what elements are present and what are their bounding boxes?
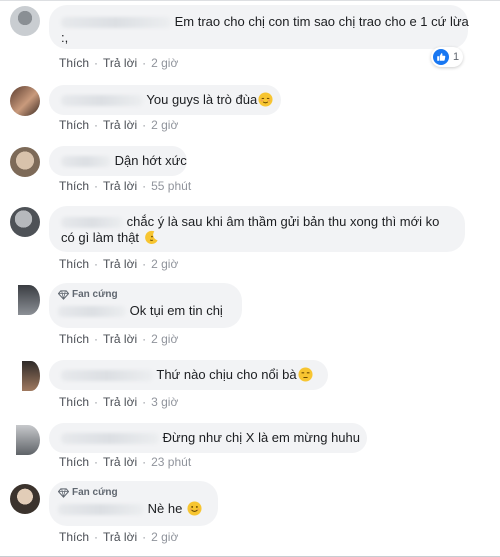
timestamp[interactable]: 23 phút bbox=[151, 455, 191, 469]
avatar[interactable] bbox=[10, 484, 40, 514]
timestamp[interactable]: 3 giờ bbox=[151, 395, 178, 409]
like-link[interactable]: Thích bbox=[59, 179, 89, 193]
comment-bubble: Em trao cho chị con tim sao chị trao cho… bbox=[49, 5, 469, 49]
like-link[interactable]: Thích bbox=[59, 530, 89, 544]
like-link[interactable]: Thích bbox=[59, 56, 89, 70]
timestamp[interactable]: 2 giờ bbox=[151, 332, 178, 346]
comment-text: Đừng như chị X là em mừng huhu bbox=[162, 430, 360, 445]
reaction-count: 1 bbox=[453, 51, 460, 63]
comment-actions: Thích · Trả lời · 3 giờ bbox=[59, 395, 179, 409]
timestamp[interactable]: 2 giờ bbox=[151, 530, 178, 544]
comment-text: Nè he bbox=[147, 501, 183, 516]
fan-badge: Fan cứng bbox=[58, 289, 230, 301]
blurred-author-name bbox=[58, 504, 144, 516]
comment-bubble: Thứ nào chịu cho nổi bà bbox=[49, 360, 328, 390]
reply-link[interactable]: Trả lời bbox=[103, 257, 137, 271]
comment-bubble: Dận hớt xức bbox=[49, 146, 187, 176]
comment-actions: Thích · Trả lời · 23 phút bbox=[59, 455, 192, 469]
top-divider bbox=[0, 0, 500, 1]
comment-bubble: chắc ý là sau khi âm thầm gửi bản thu xo… bbox=[49, 206, 465, 252]
comment-actions: Thích · Trả lời · 2 giờ bbox=[59, 257, 179, 271]
avatar[interactable] bbox=[16, 425, 40, 455]
reply-link[interactable]: Trả lời bbox=[103, 179, 137, 193]
blurred-author-name bbox=[61, 95, 143, 107]
comment-text: Em trao cho chị con tim sao chị trao cho… bbox=[174, 14, 469, 29]
diamond-icon bbox=[58, 488, 69, 498]
comment-actions: Thích · Trả lời · 2 giờ bbox=[59, 530, 179, 544]
blurred-author-name bbox=[61, 17, 171, 29]
crescent-moon-face-icon bbox=[144, 230, 158, 244]
comment-actions: Thích · Trả lời · 2 giờ bbox=[59, 56, 179, 70]
blurred-author-name bbox=[61, 156, 111, 168]
relieved-face-icon bbox=[258, 92, 273, 107]
blurred-author-name bbox=[61, 370, 153, 382]
reply-link[interactable]: Trả lời bbox=[103, 332, 137, 346]
comment-text-line-2: có gì làm thật bbox=[61, 230, 140, 245]
reply-link[interactable]: Trả lời bbox=[103, 455, 137, 469]
like-icon bbox=[433, 49, 449, 65]
blurred-author-name bbox=[58, 306, 126, 318]
comment-actions: Thích · Trả lời · 55 phút bbox=[59, 179, 192, 193]
fan-badge: Fan cứng bbox=[58, 487, 206, 499]
avatar[interactable] bbox=[22, 361, 40, 391]
smiling-face-icon bbox=[187, 501, 202, 516]
like-link[interactable]: Thích bbox=[59, 395, 89, 409]
comment-text: You guys là trò đùa bbox=[146, 92, 258, 107]
comment-actions: Thích · Trả lời · 2 giờ bbox=[59, 332, 179, 346]
comment-actions: Thích · Trả lời · 2 giờ bbox=[59, 118, 179, 132]
reply-link[interactable]: Trả lời bbox=[103, 118, 137, 132]
comment-bubble: Fan cứng Ok tụi em tin chị bbox=[49, 283, 242, 328]
comment-bubble: Đừng như chị X là em mừng huhu bbox=[49, 423, 367, 453]
reaction-summary[interactable]: 1 bbox=[431, 47, 464, 67]
comment-text: Dận hớt xức bbox=[114, 153, 187, 168]
unamused-face-icon bbox=[298, 367, 313, 382]
like-link[interactable]: Thích bbox=[59, 118, 89, 132]
reply-link[interactable]: Trả lời bbox=[103, 56, 137, 70]
avatar[interactable] bbox=[10, 86, 40, 116]
reply-link[interactable]: Trả lời bbox=[103, 395, 137, 409]
avatar[interactable] bbox=[10, 147, 40, 177]
blurred-author-name bbox=[61, 433, 159, 445]
timestamp[interactable]: 55 phút bbox=[151, 179, 191, 193]
like-link[interactable]: Thích bbox=[59, 257, 89, 271]
like-link[interactable]: Thích bbox=[59, 332, 89, 346]
comment-bubble: You guys là trò đùa bbox=[49, 85, 281, 115]
comment-text: Ok tụi em tin chị bbox=[129, 303, 223, 318]
timestamp[interactable]: 2 giờ bbox=[151, 257, 178, 271]
comment-bubble: Fan cứng Nè he bbox=[49, 481, 218, 526]
avatar[interactable] bbox=[10, 6, 40, 36]
reply-link[interactable]: Trả lời bbox=[103, 530, 137, 544]
like-link[interactable]: Thích bbox=[59, 455, 89, 469]
timestamp[interactable]: 2 giờ bbox=[151, 118, 178, 132]
diamond-icon bbox=[58, 290, 69, 300]
blurred-author-name bbox=[61, 217, 123, 229]
avatar[interactable] bbox=[10, 207, 40, 237]
comment-text: chắc ý là sau khi âm thầm gửi bản thu xo… bbox=[126, 214, 440, 229]
comment-text: Thứ nào chịu cho nổi bà bbox=[156, 367, 297, 382]
avatar[interactable] bbox=[18, 285, 40, 315]
comment-text-line-2: :, bbox=[61, 30, 69, 45]
timestamp[interactable]: 2 giờ bbox=[151, 56, 178, 70]
